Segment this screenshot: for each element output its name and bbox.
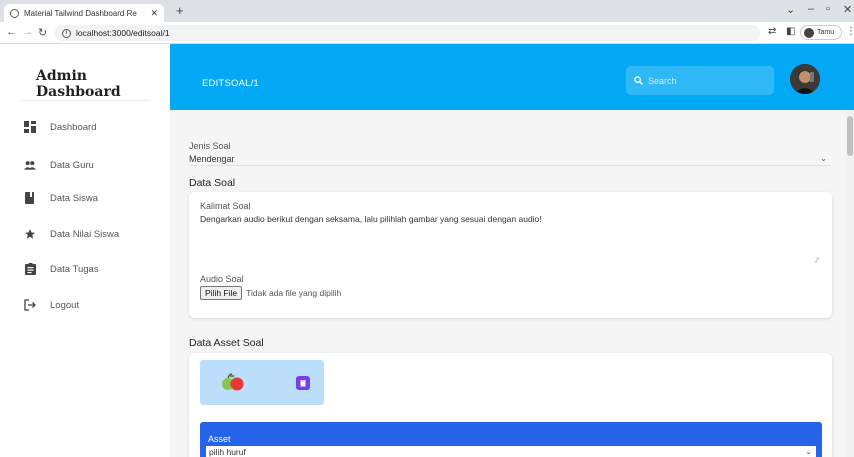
tab-title: Material Tailwind Dashboard Re [24, 8, 137, 18]
asset-select[interactable]: pilih huruf ⌄ [206, 446, 816, 457]
back-icon[interactable]: ← [6, 26, 17, 38]
url-field[interactable]: i localhost:3000/editsoal/1 [54, 25, 760, 41]
logout-icon [24, 299, 36, 311]
resize-grip-icon[interactable]: ⁄⁄ [816, 256, 819, 265]
search-box[interactable] [626, 66, 774, 95]
maximize-icon[interactable]: ▫ [826, 3, 830, 15]
asset-section-title: Data Asset Soal [189, 337, 264, 349]
url-text: localhost:3000/editsoal/1 [76, 28, 170, 38]
site-info-icon[interactable]: i [62, 28, 71, 38]
sidebar-item-label: Data Nilai Siswa [50, 228, 120, 240]
translate-icon[interactable]: ⇄ [768, 26, 776, 37]
close-window-icon[interactable]: ✕ [843, 3, 852, 16]
asset-select-value: pilih huruf [209, 446, 246, 457]
page-scrollbar[interactable] [846, 110, 854, 457]
chevron-down-icon: ⌄ [805, 447, 812, 456]
sidebar-item-label: Data Tugas [50, 263, 99, 275]
jenis-soal-label: Jenis Soal [189, 141, 231, 151]
tab-favicon-icon [10, 8, 19, 18]
sidebar-item-data-tugas[interactable]: Data Tugas [24, 260, 99, 278]
forward-icon[interactable]: → [22, 26, 33, 38]
sidebar-item-label: Data Siswa [50, 192, 99, 204]
browser-menu-icon[interactable]: ⋮ [846, 26, 854, 37]
browser-tab[interactable]: Material Tailwind Dashboard Re ✕ [4, 4, 164, 22]
asset-label: Asset [208, 434, 231, 444]
data-soal-card: Kalimat Soal Dengarkan audio berikut den… [189, 192, 832, 318]
sidebar: Admin Dashboard Dashboard Data Guru Data… [0, 44, 170, 457]
profile-avatar-icon [804, 27, 814, 38]
audio-file-input: Pilih File Tidak ada file yang dipilih [200, 286, 341, 300]
brand-divider [20, 100, 150, 101]
fruit-image-icon [220, 373, 246, 396]
reload-icon[interactable]: ↻ [38, 26, 47, 39]
main-content: EDITSOAL/1 Jenis Soal Mendengar ⌄ Data S… [170, 44, 854, 457]
address-bar-row: ← → ↻ i localhost:3000/editsoal/1 ⇄ ◧ Ta… [0, 22, 854, 44]
profile-button[interactable]: Tamu [800, 25, 842, 40]
data-soal-title: Data Soal [189, 177, 236, 189]
jenis-soal-value: Mendengar [189, 153, 235, 164]
page-title: EDITSOAL/1 [202, 78, 259, 89]
tab-search-icon[interactable]: ⌄ [786, 3, 795, 16]
avatar[interactable] [790, 64, 820, 94]
sidebar-item-data-siswa[interactable]: Data Siswa [24, 189, 98, 207]
kalimat-soal-label: Kalimat Soal [200, 201, 251, 211]
minimize-icon[interactable]: – [808, 3, 814, 15]
tab-close-icon[interactable]: ✕ [150, 8, 158, 19]
side-panel-icon[interactable]: ◧ [786, 26, 795, 37]
top-header: EDITSOAL/1 [170, 44, 854, 110]
profile-name: Tamu [817, 29, 835, 36]
search-icon [634, 72, 643, 90]
people-icon [24, 159, 36, 171]
sidebar-item-logout[interactable]: Logout [24, 296, 79, 314]
sidebar-item-dashboard[interactable]: Dashboard [24, 118, 96, 136]
audio-soal-label: Audio Soal [200, 274, 244, 284]
jenis-soal-select[interactable]: Mendengar ⌄ [189, 152, 831, 166]
scrollbar-thumb[interactable] [847, 116, 853, 156]
dashboard-icon [24, 121, 36, 133]
file-status: Tidak ada file yang dipilih [246, 288, 342, 298]
star-icon [24, 228, 36, 240]
sidebar-item-label: Logout [50, 299, 80, 311]
book-icon [24, 192, 36, 204]
kalimat-soal-text: Dengarkan audio berikut dengan seksama, … [200, 214, 542, 224]
new-tab-icon[interactable]: + [176, 3, 184, 18]
sidebar-item-label: Dashboard [50, 121, 97, 133]
chevron-down-icon: ⌄ [820, 154, 827, 163]
search-input[interactable] [648, 75, 758, 86]
trash-icon [300, 379, 306, 386]
sidebar-item-label: Data Guru [50, 159, 94, 171]
choose-file-button[interactable]: Pilih File [200, 286, 243, 300]
brand-title: Admin Dashboard [36, 68, 121, 100]
delete-asset-button[interactable] [296, 376, 310, 390]
asset-panel: Asset pilih huruf ⌄ [200, 422, 822, 457]
kalimat-soal-textarea[interactable]: Dengarkan audio berikut dengan seksama, … [200, 214, 824, 270]
sidebar-item-data-nilai-siswa[interactable]: Data Nilai Siswa [24, 225, 119, 243]
assignment-icon [24, 263, 36, 275]
asset-thumbnail [200, 360, 324, 405]
sidebar-item-data-guru[interactable]: Data Guru [24, 156, 94, 174]
browser-tab-strip: Material Tailwind Dashboard Re ✕ + ⌄ – ▫… [0, 0, 854, 22]
